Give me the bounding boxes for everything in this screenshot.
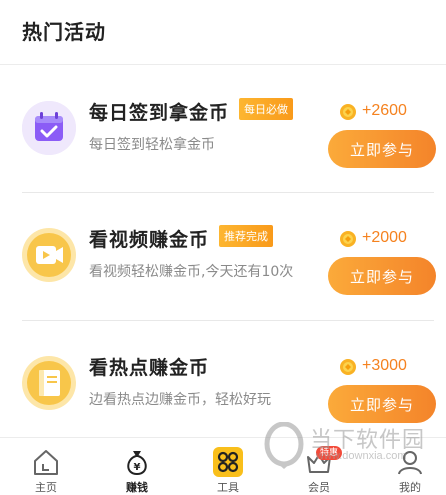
tab-label: 我的	[399, 481, 421, 494]
join-button[interactable]: 立即参与	[328, 257, 436, 295]
coin-icon	[340, 104, 356, 120]
task-badge: 每日必做	[239, 98, 293, 120]
task-item-watch-video: 看视频赚金币 推荐完成 看视频轻松赚金币,今天还有10次 +2000 立即参与	[0, 193, 446, 319]
task-title: 每日签到拿金币	[89, 102, 230, 124]
task-title: 看热点赚金币	[89, 357, 210, 379]
svg-text:¥: ¥	[134, 462, 141, 473]
reward-amount: +2600	[362, 102, 407, 119]
video-camera-icon	[22, 228, 76, 282]
member-promo-badge: 特惠	[316, 446, 343, 460]
user-icon	[398, 451, 422, 475]
tab-label: 会员	[308, 481, 330, 494]
task-description: 看视频轻松赚金币,今天还有10次	[89, 264, 294, 280]
tab-earn[interactable]: ¥ 赚钱	[107, 438, 167, 494]
reward-amount: +3000	[362, 357, 407, 374]
tab-label: 主页	[35, 481, 57, 494]
task-title: 看视频赚金币	[89, 229, 210, 251]
tab-home[interactable]: 主页	[16, 438, 76, 494]
home-icon	[34, 450, 58, 475]
tab-label: 赚钱	[126, 481, 148, 494]
page-title: 热门活动	[22, 20, 106, 44]
task-item-daily-checkin: 每日签到拿金币 每日必做 每日签到轻松拿金币 +2600 立即参与	[0, 66, 446, 192]
join-button[interactable]: 立即参与	[328, 130, 436, 168]
task-description: 边看热点边赚金币，轻松好玩	[89, 392, 271, 408]
coin-icon	[340, 231, 356, 247]
task-item-hot-news: 看热点赚金币 边看热点边赚金币，轻松好玩 +3000 立即参与	[0, 321, 446, 447]
coin-icon	[340, 359, 356, 375]
task-description: 每日签到轻松拿金币	[89, 137, 215, 153]
calendar-check-icon	[22, 101, 76, 155]
task-badge: 推荐完成	[219, 225, 273, 247]
tab-label: 工具	[217, 481, 239, 494]
grid-icon	[213, 447, 243, 477]
book-icon	[22, 356, 76, 410]
bottom-tab-bar: 主页 ¥ 赚钱 工具 会员 我的	[0, 437, 446, 494]
page-header: 热门活动	[0, 0, 446, 65]
join-button[interactable]: 立即参与	[328, 385, 436, 423]
tab-tools[interactable]: 工具	[198, 438, 258, 494]
tab-mine[interactable]: 我的	[380, 438, 440, 494]
reward-amount: +2000	[362, 229, 407, 246]
money-bag-icon: ¥	[127, 451, 147, 476]
